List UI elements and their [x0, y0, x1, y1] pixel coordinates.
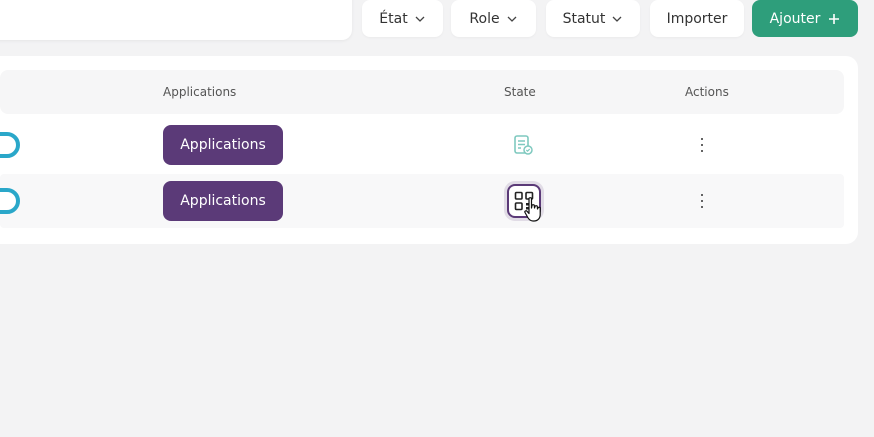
kebab-menu-icon[interactable] — [697, 194, 707, 208]
filter-etat-label: État — [379, 10, 408, 27]
column-header-actions: Actions — [685, 85, 729, 99]
filter-statut-label: Statut — [562, 10, 606, 27]
table-header: f Applications State Actions — [0, 70, 844, 114]
applications-button[interactable]: Applications — [163, 181, 283, 221]
import-button[interactable]: Importer — [650, 0, 744, 37]
status-toggle[interactable] — [0, 188, 20, 214]
column-header-state: State — [504, 85, 536, 99]
chevron-down-icon — [612, 16, 622, 22]
status-toggle[interactable] — [0, 132, 20, 158]
filter-role-label: Role — [469, 10, 500, 27]
filter-role-dropdown[interactable]: Role — [451, 0, 536, 37]
document-check-icon[interactable] — [512, 134, 534, 156]
add-label: Ajouter — [769, 10, 821, 27]
plus-icon — [829, 13, 840, 24]
kebab-menu-icon[interactable] — [697, 138, 707, 152]
import-label: Importer — [666, 10, 728, 27]
table-row: Applications — [0, 118, 844, 172]
filter-statut-dropdown[interactable]: Statut — [546, 0, 640, 37]
hand-cursor-icon — [524, 197, 541, 222]
add-button[interactable]: Ajouter — [752, 0, 858, 37]
column-header-applications: Applications — [163, 85, 237, 99]
applications-button[interactable]: Applications — [163, 125, 283, 165]
chevron-down-icon — [415, 16, 425, 22]
filter-etat-dropdown[interactable]: État — [362, 0, 443, 37]
table-row: Applications — [0, 174, 844, 228]
search-input[interactable] — [0, 0, 352, 40]
app-root: État Role Statut Importer Ajouter f Appl… — [0, 0, 874, 437]
chevron-down-icon — [507, 16, 517, 22]
